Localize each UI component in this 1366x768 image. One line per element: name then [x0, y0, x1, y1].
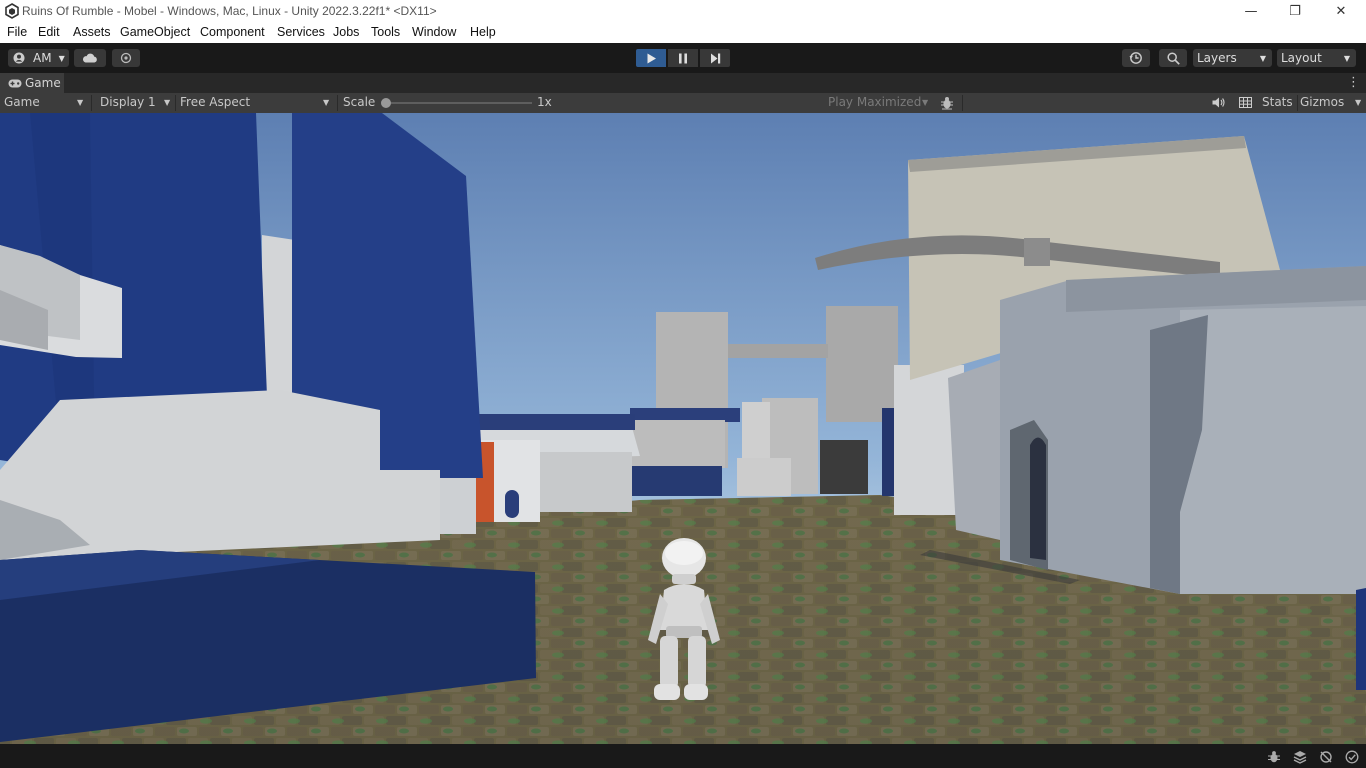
divider: [337, 95, 338, 111]
scale-track: [384, 102, 532, 104]
scale-label: Scale: [343, 95, 376, 109]
restore-button[interactable]: ❐: [1272, 0, 1318, 22]
collab-button[interactable]: [112, 49, 140, 67]
unity-logo-icon: [5, 3, 19, 19]
account-button[interactable]: AM ▼: [8, 49, 69, 67]
close-button[interactable]: ✕: [1318, 0, 1364, 22]
menu-help[interactable]: Help: [470, 25, 496, 39]
audio-icon: [1212, 97, 1225, 108]
step-button[interactable]: [700, 49, 730, 67]
game-view-bar: Game ▼ Display 1 ▼ Free Aspect ▼ Scale 1…: [0, 93, 1366, 114]
scale-slider[interactable]: [381, 98, 532, 108]
menu-window[interactable]: Window: [412, 25, 456, 39]
play-icon: [647, 53, 656, 63]
scale-thumb[interactable]: [381, 98, 391, 108]
window-title: Ruins Of Rumble - Mobel - Windows, Mac, …: [22, 4, 437, 18]
layers-dropdown[interactable]: Layers ▼: [1193, 49, 1272, 67]
mute-audio-button[interactable]: [1208, 93, 1230, 112]
menu-jobs[interactable]: Jobs: [333, 25, 359, 39]
grid-button[interactable]: [1235, 93, 1257, 112]
layout-label: Layout: [1281, 51, 1322, 65]
chevron-down-icon: ▼: [1343, 53, 1350, 63]
menu-component[interactable]: Component: [200, 25, 265, 39]
account-label: AM: [33, 51, 52, 65]
step-icon: [710, 53, 720, 63]
gamepad-icon: [8, 79, 22, 88]
status-bar: [0, 744, 1366, 768]
minimize-icon: —: [1244, 3, 1258, 19]
layers-status-icon[interactable]: [1293, 750, 1307, 764]
tab-bar: Game ⋮: [0, 73, 1366, 93]
aspect-label: Free Aspect: [180, 95, 251, 109]
chevron-down-icon: ▼: [1355, 98, 1362, 107]
pause-icon: [679, 53, 687, 63]
debug-icon[interactable]: [1267, 750, 1281, 764]
divider: [91, 95, 92, 111]
menu-file[interactable]: File: [7, 25, 27, 39]
menu-tools[interactable]: Tools: [371, 25, 400, 39]
check-icon[interactable]: [1345, 750, 1359, 764]
game-viewport[interactable]: [0, 113, 1366, 744]
gizmos-dropdown[interactable]: Gizmos ▼: [1300, 93, 1366, 112]
play-button[interactable]: [636, 49, 666, 67]
view-mode-dropdown[interactable]: Game ▼: [0, 93, 90, 112]
tab-game-label: Game: [25, 76, 61, 90]
menu-gameobject[interactable]: GameObject: [120, 25, 190, 39]
menu-assets[interactable]: Assets: [73, 25, 111, 39]
grid-icon: [1239, 97, 1252, 108]
collab-icon: [120, 52, 132, 64]
chevron-down-icon: ▼: [164, 98, 171, 107]
divider: [962, 95, 963, 111]
tab-game[interactable]: Game: [0, 73, 64, 93]
minimize-button[interactable]: —: [1228, 0, 1274, 22]
chevron-down-icon: ▼: [77, 98, 84, 107]
cloud-button[interactable]: [74, 49, 106, 67]
title-bar: Ruins Of Rumble - Mobel - Windows, Mac, …: [0, 0, 1366, 22]
chevron-down-icon: ▼: [1259, 53, 1266, 63]
stats-button[interactable]: Stats: [1262, 93, 1293, 112]
display-label: Display 1: [100, 95, 156, 109]
close-icon: ✕: [1335, 3, 1347, 19]
more-options-icon[interactable]: ⋮: [1347, 75, 1360, 90]
pause-button[interactable]: [668, 49, 698, 67]
cloud-icon: [82, 53, 97, 63]
menu-edit[interactable]: Edit: [38, 25, 60, 39]
play-mode-dropdown[interactable]: Play Maximized ▼: [826, 93, 932, 112]
aspect-dropdown[interactable]: Free Aspect ▼: [176, 93, 334, 112]
bug-icon: [941, 97, 953, 110]
search-button[interactable]: [1159, 49, 1187, 67]
chevron-down-icon: ▼: [58, 53, 65, 63]
history-button[interactable]: [1122, 49, 1150, 67]
chevron-down-icon: ▼: [323, 98, 330, 107]
menu-bar: File Edit Assets GameObject Component Se…: [0, 22, 1366, 43]
play-mode-label: Play Maximized: [828, 95, 922, 109]
history-icon: [1129, 52, 1142, 64]
frame-debugger-button[interactable]: [936, 93, 960, 112]
display-dropdown[interactable]: Display 1 ▼: [96, 93, 174, 112]
layout-dropdown[interactable]: Layout ▼: [1277, 49, 1356, 67]
main-toolbar: AM ▼ Layers ▼ Layout ▼: [0, 43, 1366, 73]
menu-services[interactable]: Services: [277, 25, 325, 39]
chevron-down-icon: ▼: [922, 98, 929, 107]
scale-value: 1x: [537, 95, 552, 109]
view-mode-label: Game: [4, 95, 40, 109]
account-icon: [13, 52, 25, 64]
gizmos-label: Gizmos: [1300, 95, 1345, 109]
search-icon: [1166, 51, 1180, 65]
dependency-icon[interactable]: [1319, 750, 1333, 764]
divider: [1297, 95, 1298, 111]
layers-label: Layers: [1197, 51, 1237, 65]
restore-icon: ❐: [1289, 3, 1301, 19]
